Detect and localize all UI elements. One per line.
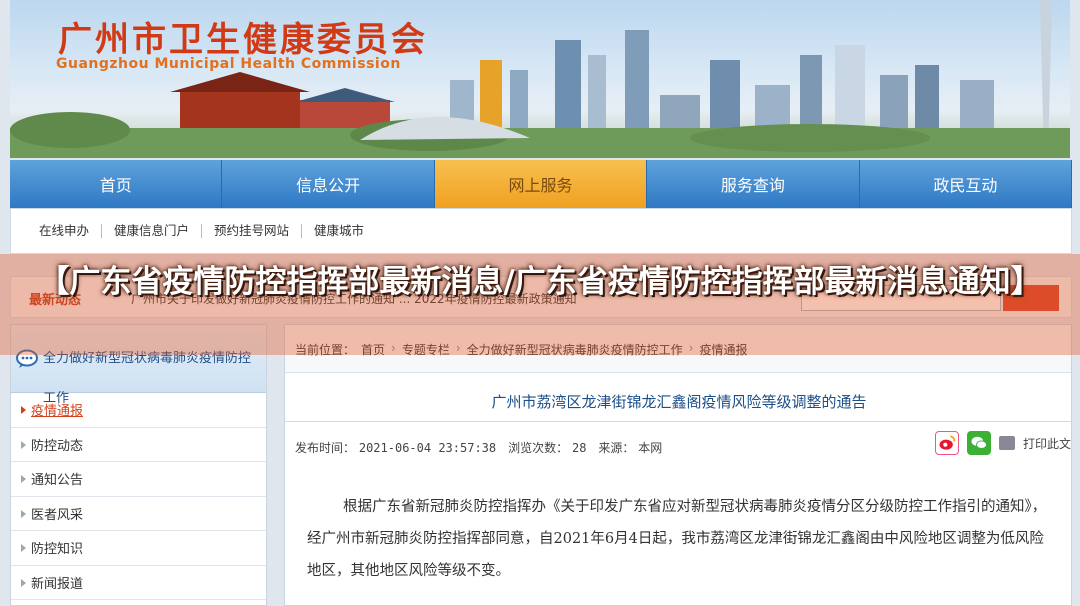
- source-group: 来源： 本网: [598, 439, 662, 456]
- headline-overlay-text: 【广东省疫情防控指挥部最新消息/广东省疫情防控指挥部最新消息通知】: [38, 264, 1042, 300]
- subnav-health-portal[interactable]: 健康信息门户: [102, 224, 203, 238]
- sidebar-item-prevention-news[interactable]: 防控动态: [11, 428, 266, 462]
- views-group: 浏览次数： 28: [508, 439, 586, 456]
- subnav-appointment[interactable]: 预约挂号网站: [202, 224, 303, 238]
- sub-nav: 在线申办 健康信息门户 预约挂号网站 健康城市: [10, 208, 1072, 254]
- sidebar-item-label: 通知公告: [31, 473, 84, 489]
- nav-item-info-disclosure[interactable]: 信息公开: [222, 160, 435, 208]
- sidebar-item-label: 医者风采: [31, 507, 84, 523]
- chevron-right-icon: [21, 578, 26, 587]
- subnav-healthy-city[interactable]: 健康城市: [302, 224, 376, 238]
- nav-item-home[interactable]: 首页: [10, 160, 223, 208]
- site-banner: 广州市卫生健康委员会 Guangzhou Municipal Health Co…: [10, 0, 1070, 158]
- nav-item-service-query[interactable]: 服务查询: [647, 160, 860, 208]
- share-tools: 打印此文: [934, 431, 1071, 455]
- chevron-right-icon: [21, 406, 26, 414]
- chevron-right-icon: [21, 544, 26, 552]
- chevron-right-icon: [21, 440, 26, 449]
- sidebar-item-news-reports[interactable]: 新闻报道: [11, 566, 266, 600]
- article-panel: 当前位置： 首页 › 专题专栏 › 全力做好新型冠状病毒肺炎疫情防控工作 › 疫…: [284, 324, 1072, 606]
- sidebar-item-prevention-knowledge[interactable]: 防控知识: [11, 531, 266, 566]
- article-body: 根据广东省新冠肺炎防控指挥办《关于印发广东省应对新型冠状病毒肺炎疫情分区分级防控…: [307, 499, 1047, 579]
- article-title: 广州市荔湾区龙津街锦龙汇鑫阁疫情风险等级调整的通告: [491, 393, 867, 411]
- subnav-online-apply[interactable]: 在线申办: [27, 224, 103, 238]
- print-icon[interactable]: [998, 436, 1015, 450]
- sidebar-item-label: 防控知识: [31, 542, 84, 558]
- sidebar: 全力做好新型冠状病毒肺炎疫情防控工作 疫情通报 防控动态 通知公告 医者风采 防…: [10, 324, 267, 606]
- sidebar-item-notices[interactable]: 通知公告: [11, 462, 266, 497]
- sidebar-item-medical-staff[interactable]: 医者风采: [11, 497, 266, 531]
- divider: [285, 421, 1071, 422]
- publish-time-group: 发布时间： 2021-06-04 23:57:38: [295, 439, 496, 456]
- weibo-icon[interactable]: [934, 431, 959, 455]
- source-label: 来源：: [598, 441, 635, 455]
- publish-time-label: 发布时间：: [295, 441, 356, 455]
- page: 广州市卫生健康委员会 Guangzhou Municipal Health Co…: [0, 0, 1080, 606]
- views-label: 浏览次数：: [508, 441, 569, 455]
- article-meta: 发布时间： 2021-06-04 23:57:38 浏览次数： 28 来源： 本…: [295, 439, 662, 456]
- chevron-right-icon: [21, 509, 26, 518]
- nav-item-interaction[interactable]: 政民互动: [860, 160, 1073, 208]
- views-count: 28: [571, 441, 587, 455]
- sidebar-item-label: 防控动态: [31, 438, 84, 454]
- chevron-right-icon: [21, 475, 26, 483]
- site-subtitle: Guangzhou Municipal Health Commission: [56, 56, 401, 72]
- sidebar-item-label: 新闻报道: [31, 576, 84, 592]
- main-nav: 首页 信息公开 网上服务 服务查询 政民互动: [10, 160, 1073, 208]
- nav-item-online-service[interactable]: 网上服务: [434, 160, 648, 208]
- wechat-icon[interactable]: [966, 431, 991, 455]
- print-link[interactable]: 打印此文: [1023, 435, 1071, 452]
- publish-time-value: 2021-06-04 23:57:38: [358, 441, 497, 455]
- source-value: 本网: [638, 441, 663, 455]
- sidebar-item-epidemic-report[interactable]: 疫情通报: [11, 393, 266, 428]
- site-title: 广州市卫生健康委员会: [58, 20, 428, 60]
- sidebar-item-label: 疫情通报: [31, 404, 84, 420]
